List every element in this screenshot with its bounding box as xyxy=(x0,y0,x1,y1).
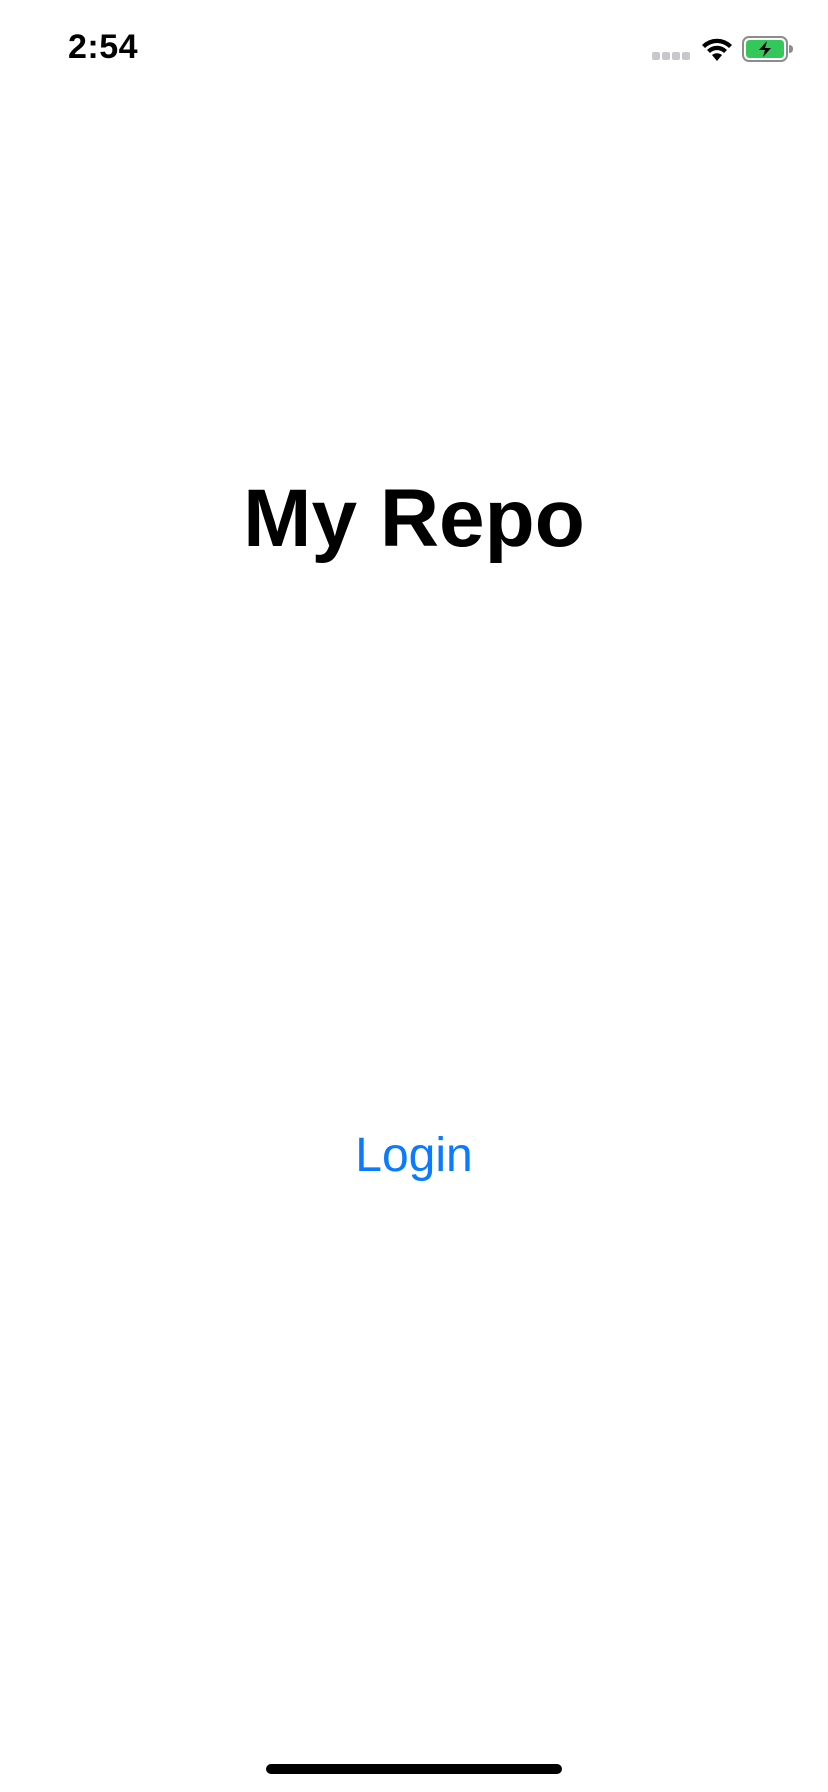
page-title: My Repo xyxy=(243,473,585,564)
battery-charging-icon xyxy=(742,36,793,62)
home-indicator[interactable] xyxy=(266,1764,562,1774)
cellular-signal-icon xyxy=(652,52,692,62)
wifi-icon xyxy=(702,38,732,61)
status-time: 2:54 xyxy=(68,28,139,66)
login-button[interactable]: Login xyxy=(314,1120,514,1190)
status-bar: 2:54 xyxy=(0,0,828,100)
